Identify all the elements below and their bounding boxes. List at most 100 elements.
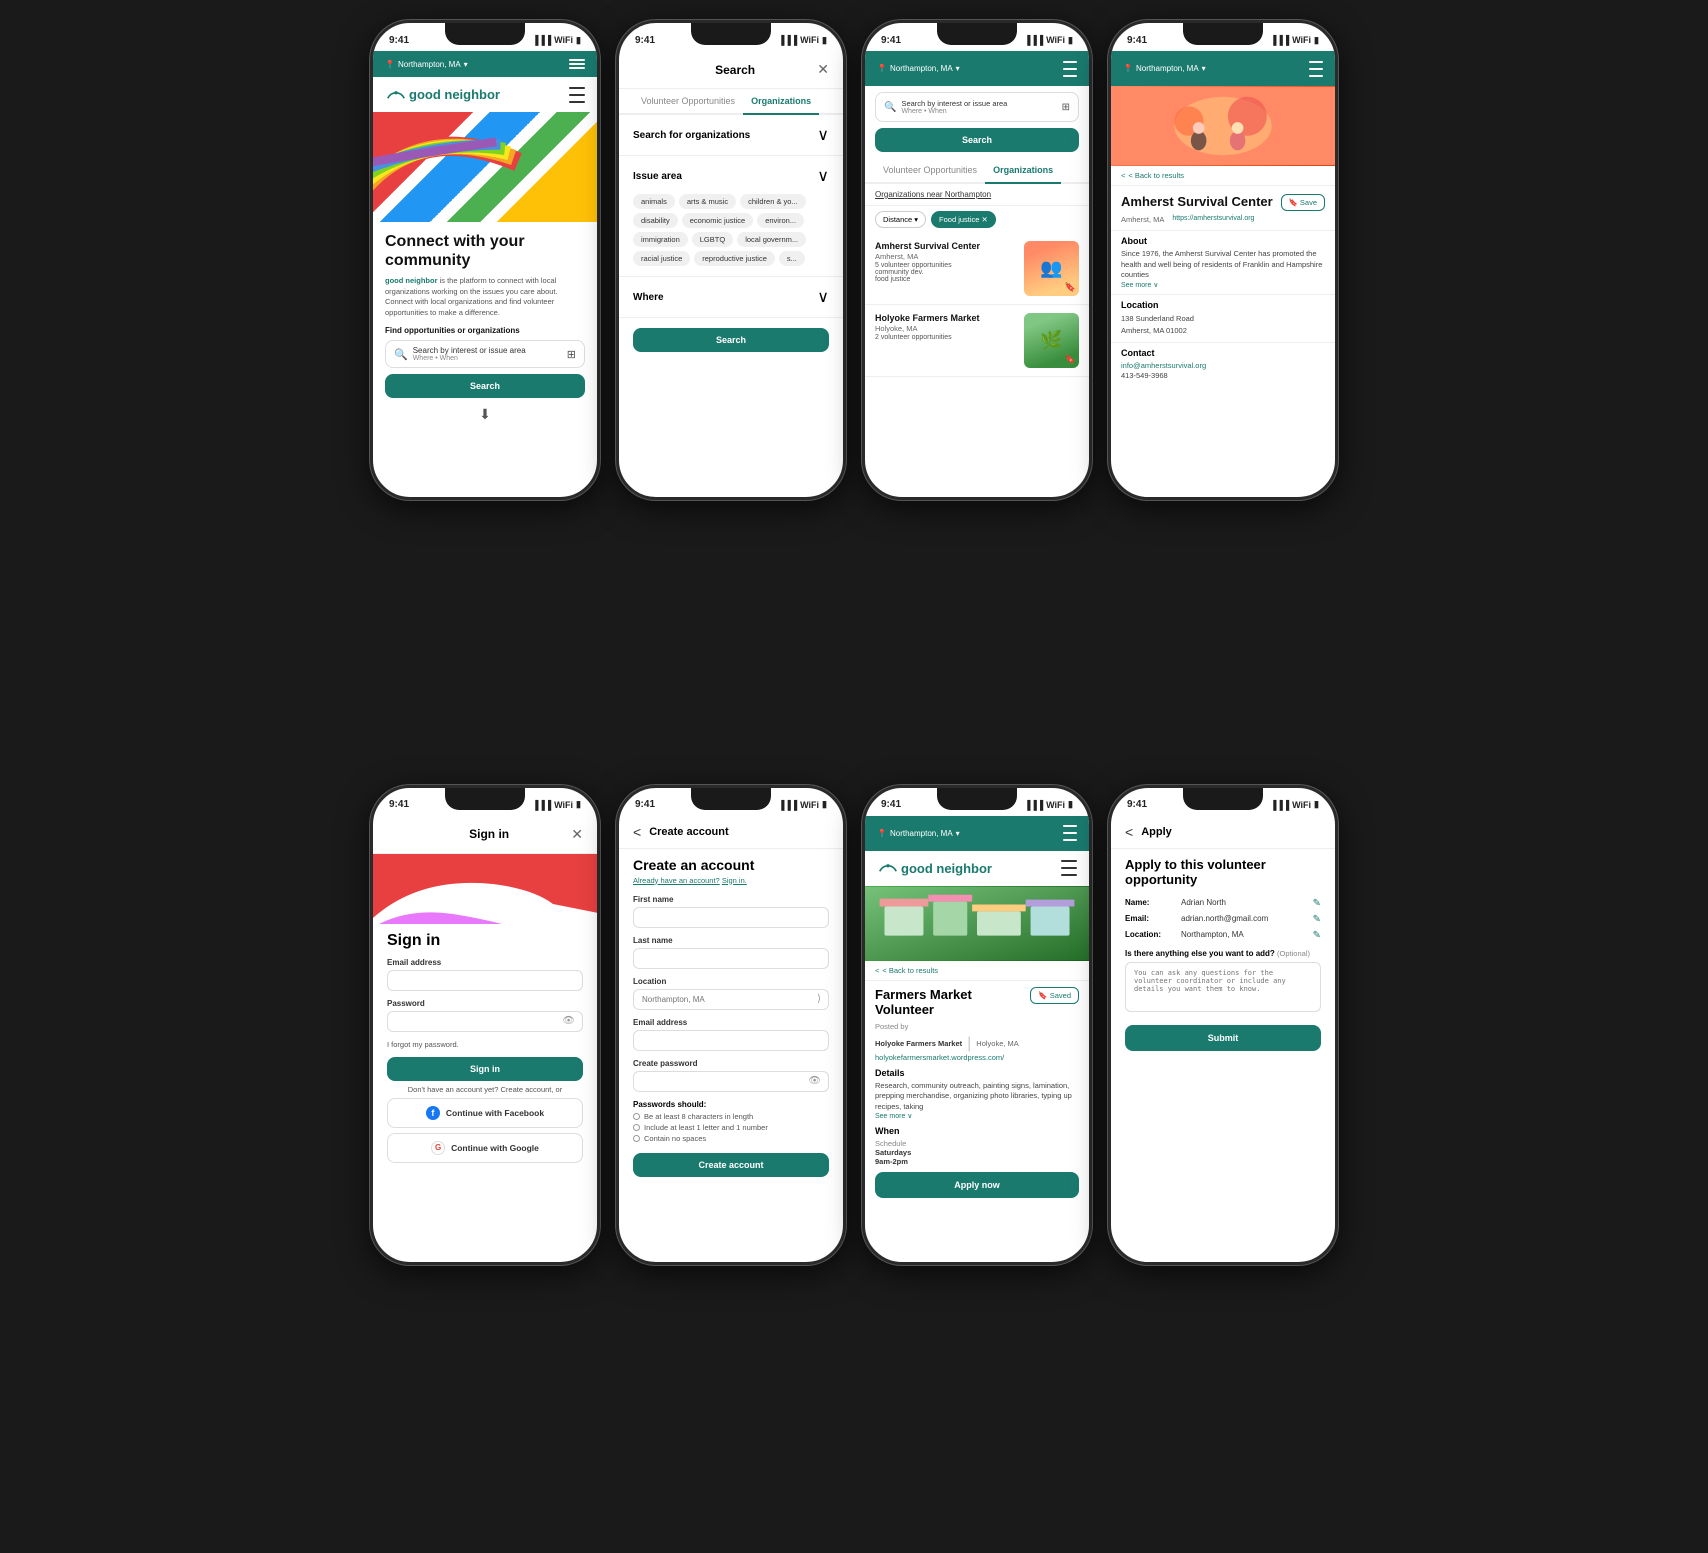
back-arrow-button[interactable]: < — [1125, 824, 1133, 840]
close-button[interactable]: ✕ — [571, 826, 583, 843]
save-button[interactable]: 🔖 Save — [1281, 194, 1325, 211]
tag-disability[interactable]: disability — [633, 213, 678, 228]
filter-icon[interactable]: ⊞ — [1062, 102, 1070, 113]
modal-search-button[interactable]: Search — [633, 328, 829, 352]
location-section: Location 138 Sunderland Road Amherst, MA… — [1111, 294, 1335, 342]
schedule-item: Schedule Saturdays 9am-2pm — [875, 1139, 911, 1166]
find-label: Find opportunities or organizations — [385, 326, 585, 335]
edit-location-icon[interactable]: ✎ — [1313, 930, 1321, 941]
hamburger-menu[interactable] — [569, 59, 585, 69]
location-display[interactable]: 📍 Northampton, MA ▾ — [385, 60, 468, 69]
back-link[interactable]: < < Back to results — [1111, 166, 1335, 186]
create-account-button[interactable]: Create account — [633, 1153, 829, 1177]
battery-icon: ▮ — [1314, 799, 1319, 810]
results-screen: 📍 Northampton, MA ▾ 🔍 Search by interest… — [865, 51, 1089, 497]
filter-icon[interactable]: ⊞ — [567, 348, 576, 361]
scroll-down-indicator[interactable]: ⬇ — [385, 398, 585, 431]
sign-in-link[interactable]: Sign in. — [722, 876, 747, 885]
google-signin-button[interactable]: G Continue with Google — [387, 1133, 583, 1163]
location-text: Northampton, MA — [1136, 64, 1199, 73]
tag-local-gov[interactable]: local governm... — [737, 232, 806, 247]
first-name-label: First name — [633, 895, 829, 904]
tab-volunteer[interactable]: Volunteer Opportunities — [875, 158, 985, 182]
location-display[interactable]: 📍 Northampton, MA ▾ — [1123, 64, 1206, 73]
tag-economic[interactable]: economic justice — [682, 213, 753, 228]
status-icons: ▐▐▐ WiFi ▮ — [1024, 35, 1073, 46]
tag-lgbtq[interactable]: LGBTQ — [692, 232, 733, 247]
eye-icon[interactable]: 👁 — [808, 1076, 821, 1087]
last-name-input[interactable] — [633, 948, 829, 969]
email-input[interactable] — [633, 1030, 829, 1051]
see-more-button[interactable]: See more ∨ — [1121, 281, 1325, 289]
tag-reproductive[interactable]: reproductive justice — [694, 251, 775, 266]
issue-area-header[interactable]: Issue area ∨ — [633, 166, 829, 186]
edit-name-icon[interactable]: ✎ — [1313, 898, 1321, 909]
main-menu[interactable] — [1063, 59, 1077, 78]
facebook-signin-button[interactable]: f Continue with Facebook — [387, 1098, 583, 1128]
first-name-input[interactable] — [633, 907, 829, 928]
main-menu[interactable] — [1063, 824, 1077, 843]
main-menu[interactable] — [1309, 59, 1323, 78]
tag-children[interactable]: children & yo... — [740, 194, 806, 209]
app-logo[interactable]: good neighbor — [385, 87, 500, 102]
main-menu[interactable] — [569, 85, 585, 104]
search-bar-compact[interactable]: 🔍 Search by interest or issue area Where… — [875, 92, 1079, 122]
back-link[interactable]: < < Back to results — [865, 961, 1089, 981]
tab-organizations[interactable]: Organizations — [985, 158, 1061, 184]
tag-environ[interactable]: environ... — [757, 213, 804, 228]
location-display[interactable]: 📍 Northampton, MA ▾ — [877, 64, 960, 73]
search-button[interactable]: Search — [385, 374, 585, 398]
main-menu-2[interactable] — [1061, 859, 1077, 878]
search-placeholder: Search by interest or issue area — [901, 99, 1056, 108]
org-website-link[interactable]: holyokefarmersmarket.wordpress.com/ — [875, 1053, 1079, 1062]
password-input[interactable] — [387, 1011, 583, 1032]
where-header[interactable]: Where ∨ — [633, 287, 829, 307]
app-logo[interactable]: good neighbor — [877, 861, 992, 876]
home-search-box[interactable]: 🔍 Search by interest or issue area Where… — [385, 340, 585, 368]
bookmark-icon[interactable]: 🔖 — [1065, 354, 1076, 365]
eye-icon[interactable]: 👁 — [562, 1016, 575, 1027]
saved-button[interactable]: 🔖 Saved — [1030, 987, 1079, 1004]
back-arrow-button[interactable]: < — [633, 824, 641, 840]
phone-results: 9:41 ▐▐▐ WiFi ▮ 📍 Northampton, MA ▾ — [862, 20, 1092, 500]
location-header: 📍 Northampton, MA ▾ — [1111, 51, 1335, 86]
see-more-button[interactable]: See more ∨ — [875, 1112, 1079, 1120]
filter-distance[interactable]: Distance ▾ — [875, 211, 926, 228]
tag-racial[interactable]: racial justice — [633, 251, 690, 266]
contact-email[interactable]: info@amherstsurvival.org — [1121, 361, 1325, 370]
signal-icon: ▐▐▐ — [778, 800, 797, 810]
email-input[interactable] — [387, 970, 583, 991]
submit-button[interactable]: Submit — [1125, 1025, 1321, 1051]
signin-button[interactable]: Sign in — [387, 1057, 583, 1081]
create-password-input[interactable] — [633, 1071, 829, 1092]
search-orgs-section: Search for organizations ∨ — [619, 115, 843, 156]
email-row: Email: adrian.north@gmail.com ✎ — [1125, 914, 1321, 925]
tag-more[interactable]: s... — [779, 251, 805, 266]
location-text: Northampton, MA — [890, 829, 953, 838]
location-display[interactable]: 📍 Northampton, MA ▾ — [877, 829, 960, 838]
tab-organizations[interactable]: Organizations — [743, 89, 819, 115]
org-card-amherst[interactable]: Amherst Survival Center Amherst, MA 5 vo… — [865, 233, 1089, 305]
tab-volunteer[interactable]: Volunteer Opportunities — [633, 89, 743, 113]
search-orgs-header[interactable]: Search for organizations ∨ — [633, 125, 829, 145]
location-input-wrap: ⟩ — [633, 989, 829, 1010]
menu-line — [569, 94, 585, 96]
location-input[interactable] — [633, 989, 829, 1010]
tag-arts[interactable]: arts & music — [679, 194, 736, 209]
optional-textarea[interactable] — [1125, 962, 1321, 1012]
filter-food-justice[interactable]: Food justice ✕ — [931, 211, 996, 228]
results-search-btn[interactable]: Search — [875, 128, 1079, 152]
bookmark-icon[interactable]: 🔖 — [1065, 282, 1076, 293]
edit-email-icon[interactable]: ✎ — [1313, 914, 1321, 925]
when-title: When — [875, 1126, 1079, 1136]
close-button[interactable]: ✕ — [817, 61, 829, 78]
forgot-password-link[interactable]: I forgot my password. — [387, 1040, 583, 1049]
tag-animals[interactable]: animals — [633, 194, 675, 209]
org-website[interactable]: https://amherstsurvival.org — [1172, 215, 1254, 224]
contact-phone[interactable]: 413-549-3968 — [1121, 370, 1325, 382]
tag-immigration[interactable]: immigration — [633, 232, 688, 247]
org-card-farmers[interactable]: Holyoke Farmers Market Holyoke, MA 2 vol… — [865, 305, 1089, 377]
apply-now-button[interactable]: Apply now — [875, 1172, 1079, 1198]
logo-icon — [385, 88, 407, 102]
status-icons: ▐▐▐ WiFi ▮ — [1270, 799, 1319, 810]
